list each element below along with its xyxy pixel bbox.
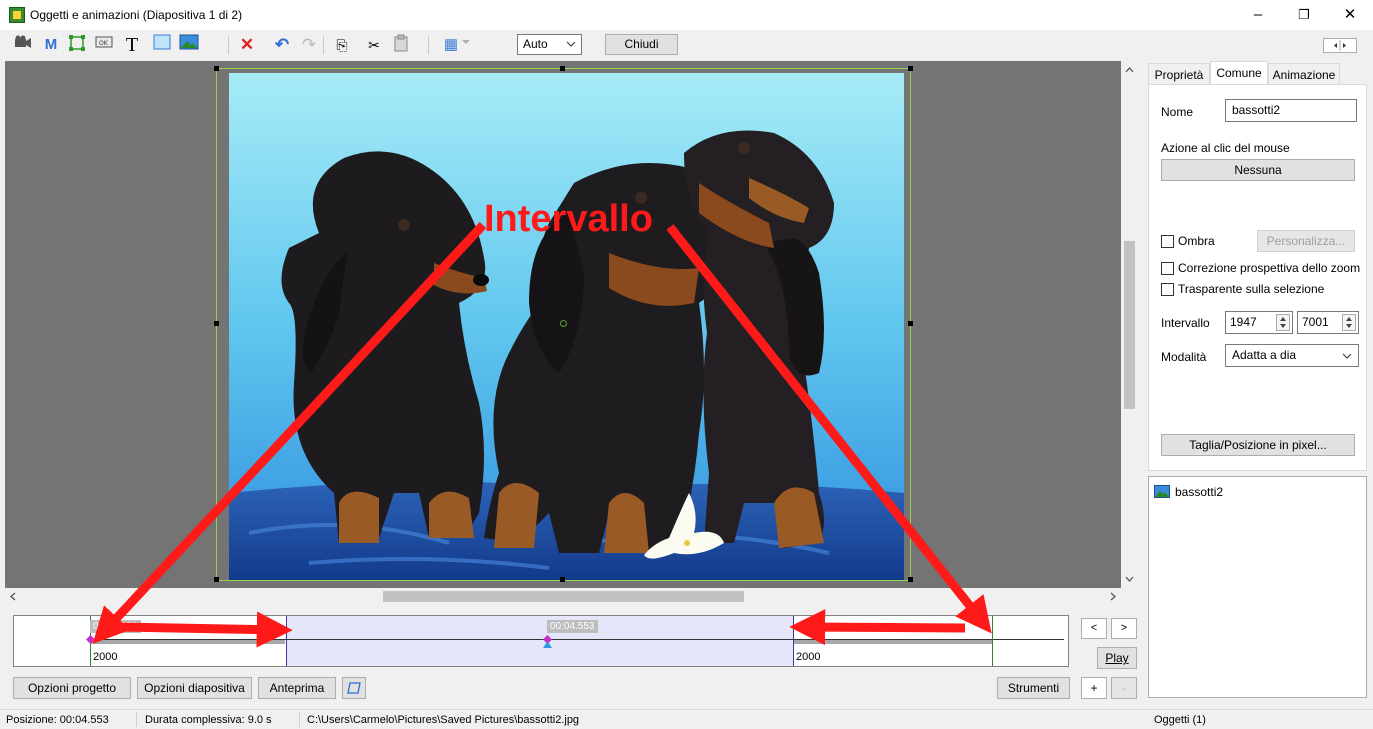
annotation-arrow	[666, 224, 992, 634]
annotation-arrow	[789, 609, 966, 646]
annotation-arrow	[92, 221, 487, 644]
annotation-label: Intervallo	[484, 198, 653, 240]
annotation-arrow	[117, 611, 293, 648]
annotation-overlay: Intervallo	[92, 198, 992, 648]
